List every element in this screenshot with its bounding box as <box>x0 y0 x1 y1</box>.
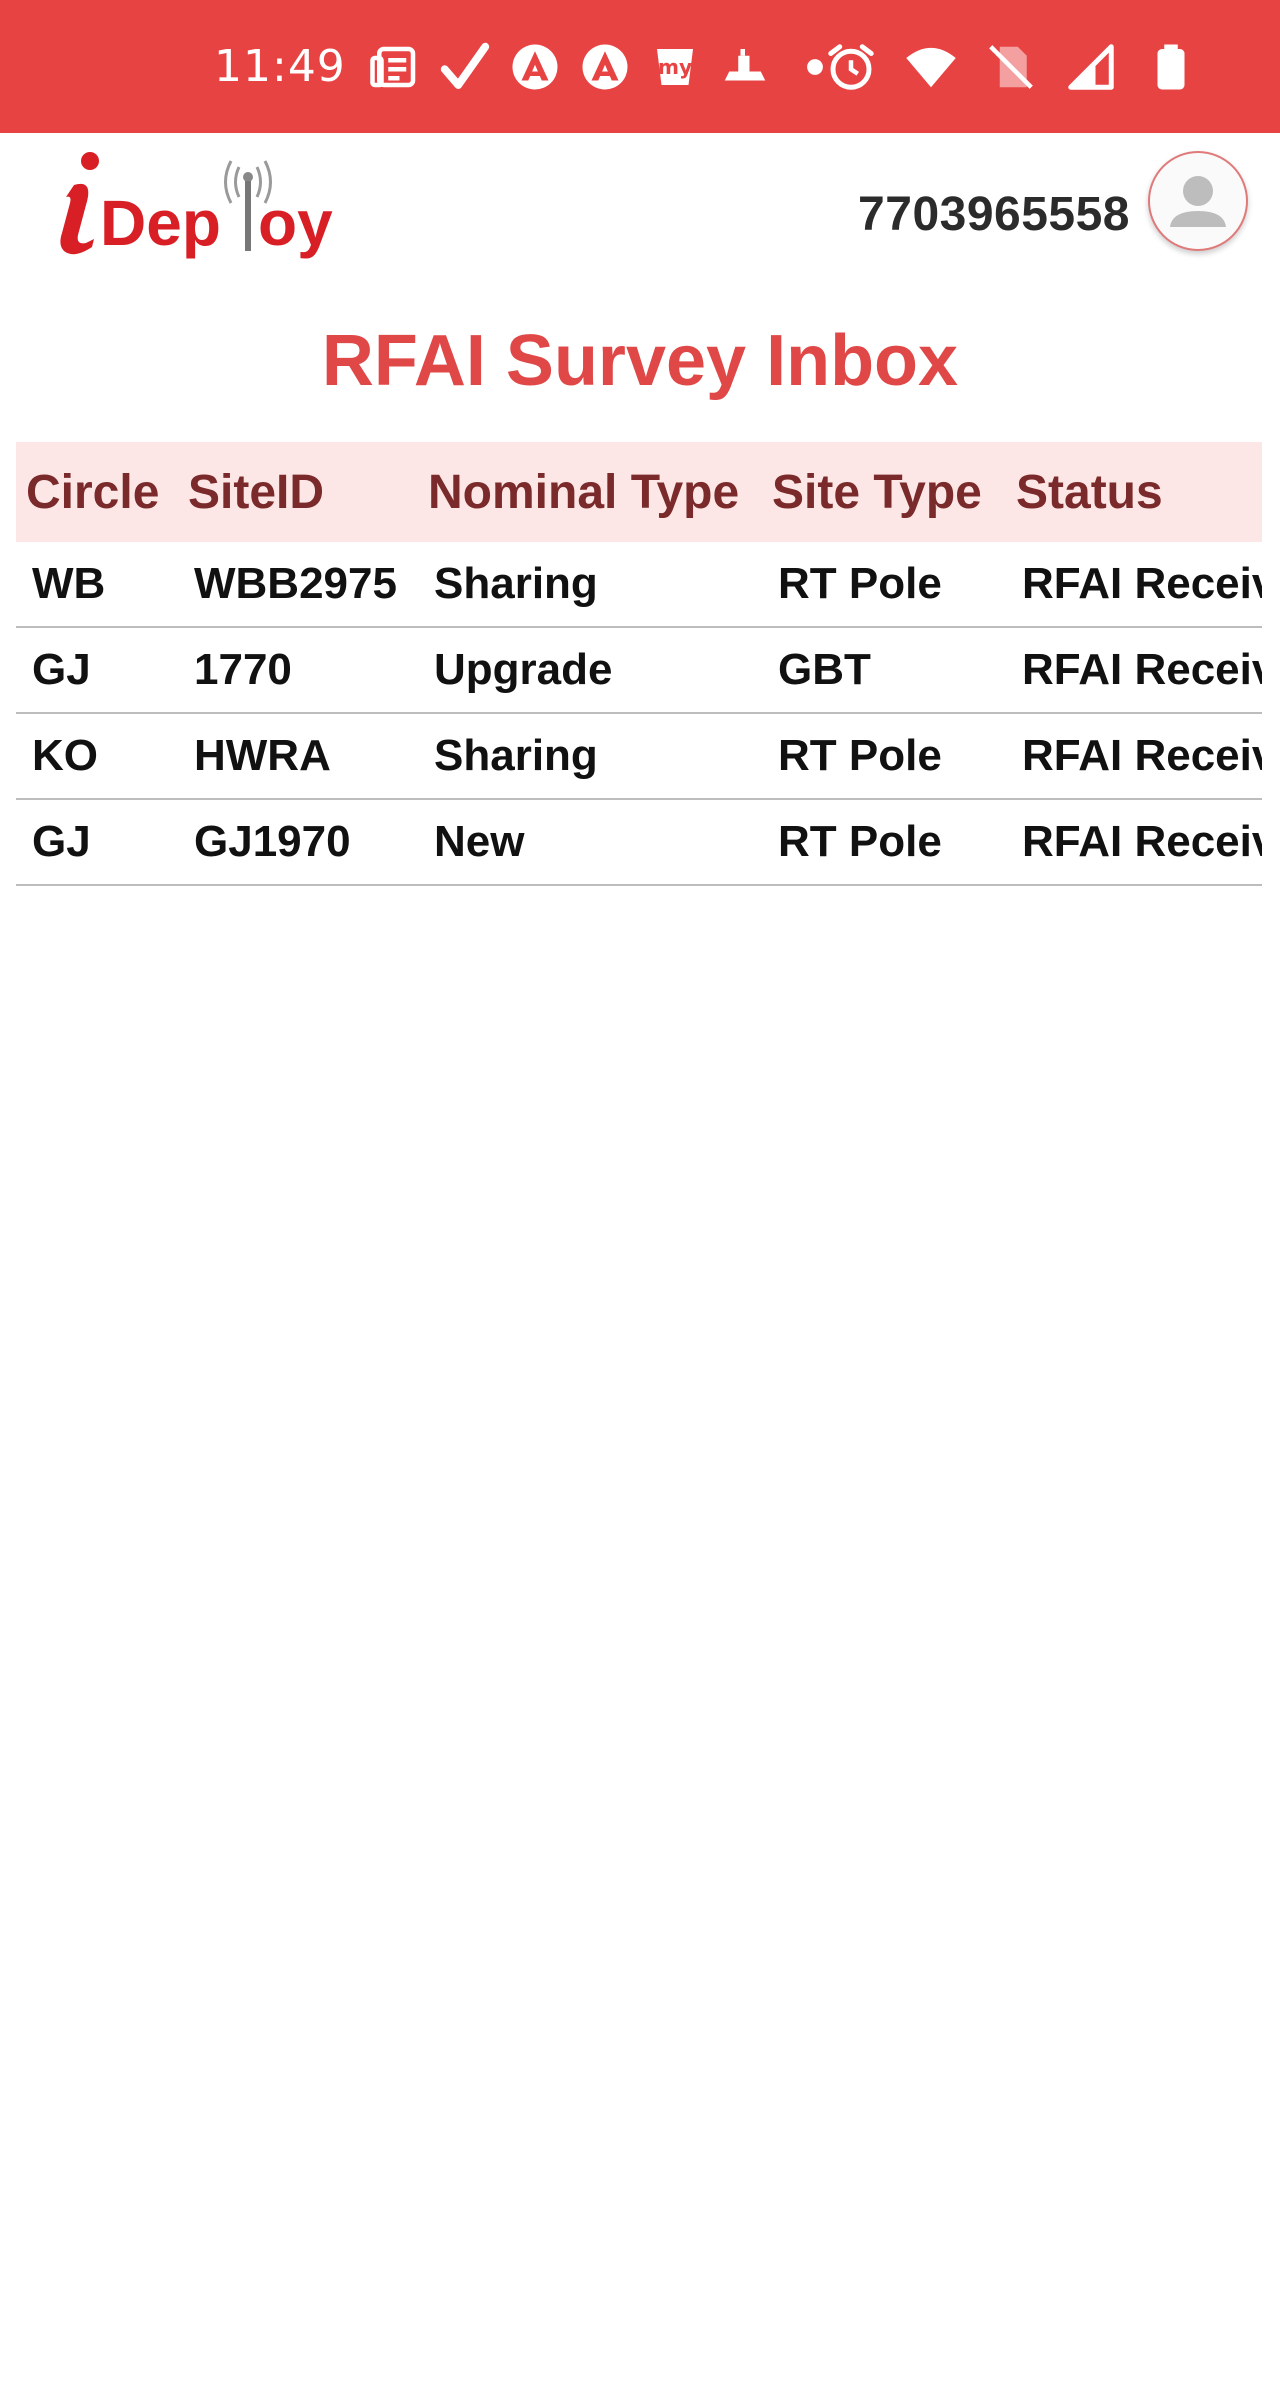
status-time: 11:49 <box>214 41 346 92</box>
alarm-icon <box>824 40 878 94</box>
column-header-nominal-type: Nominal Type <box>428 465 740 519</box>
myntra-icon: my <box>648 40 702 94</box>
cell-site-type: GBT <box>762 627 1006 714</box>
table-row[interactable]: GJ GJ1970 New RT Pole RFAI Receiv <box>16 799 1262 886</box>
signal-icon <box>1064 40 1118 94</box>
cell-status: RFAI Receiv <box>1006 799 1262 886</box>
cell-siteid: 1770 <box>178 627 418 714</box>
table-header-row: Circle SiteID Nominal Type Site Type Sta… <box>16 442 1262 542</box>
profile-avatar-button[interactable] <box>1148 151 1248 251</box>
battery-icon <box>1144 40 1198 94</box>
ship-icon <box>718 40 772 94</box>
cell-nominal-type: Sharing <box>418 713 762 800</box>
table-row[interactable]: GJ 1770 Upgrade GBT RFAI Receiv <box>16 627 1262 714</box>
app-header: Dep oy 7703965558 <box>0 133 1280 283</box>
page-title: RFAI Survey Inbox <box>321 321 959 401</box>
cell-nominal-type: Sharing <box>418 542 762 628</box>
svg-text:Dep: Dep <box>100 187 221 259</box>
svg-text:oy: oy <box>258 187 333 259</box>
survey-table: Circle SiteID Nominal Type Site Type Sta… <box>16 442 1262 886</box>
column-header-site-type: Site Type <box>772 465 982 519</box>
idepoy-logo: Dep oy <box>34 147 344 267</box>
status-bar-right <box>798 0 1198 133</box>
no-sim-icon <box>984 40 1038 94</box>
wifi-icon <box>904 40 958 94</box>
cell-circle: WB <box>16 542 178 628</box>
arc-app-icon <box>508 40 562 94</box>
cell-siteid: HWRA <box>178 713 418 800</box>
table-row[interactable]: WB WBB2975 Sharing RT Pole RFAI Receiv <box>16 542 1262 628</box>
news-icon <box>368 40 422 94</box>
cell-site-type: RT Pole <box>762 799 1006 886</box>
status-bar: 11:49 my <box>0 0 1280 133</box>
cell-circle: GJ <box>16 799 178 886</box>
user-icon <box>1170 176 1226 227</box>
cell-nominal-type: Upgrade <box>418 627 762 714</box>
check-icon <box>438 40 492 94</box>
phone-number: 7703965558 <box>858 188 1130 241</box>
column-header-siteid: SiteID <box>188 465 325 519</box>
arc-app-icon <box>578 40 632 94</box>
svg-text:my: my <box>658 54 692 78</box>
cell-siteid: GJ1970 <box>178 799 418 886</box>
cell-circle: KO <box>16 713 178 800</box>
cell-site-type: RT Pole <box>762 713 1006 800</box>
cell-status: RFAI Receiv <box>1006 542 1262 628</box>
status-bar-left: 11:49 my <box>214 0 858 133</box>
cell-site-type: RT Pole <box>762 542 1006 628</box>
table-row[interactable]: KO HWRA Sharing RT Pole RFAI Receiv <box>16 713 1262 800</box>
cell-status: RFAI Receiv <box>1006 627 1262 714</box>
column-header-circle: Circle <box>26 465 160 519</box>
cell-status: RFAI Receiv <box>1006 713 1262 800</box>
cell-siteid: WBB2975 <box>178 542 418 628</box>
column-header-status: Status <box>1016 465 1163 519</box>
cell-nominal-type: New <box>418 799 762 886</box>
cell-circle: GJ <box>16 627 178 714</box>
